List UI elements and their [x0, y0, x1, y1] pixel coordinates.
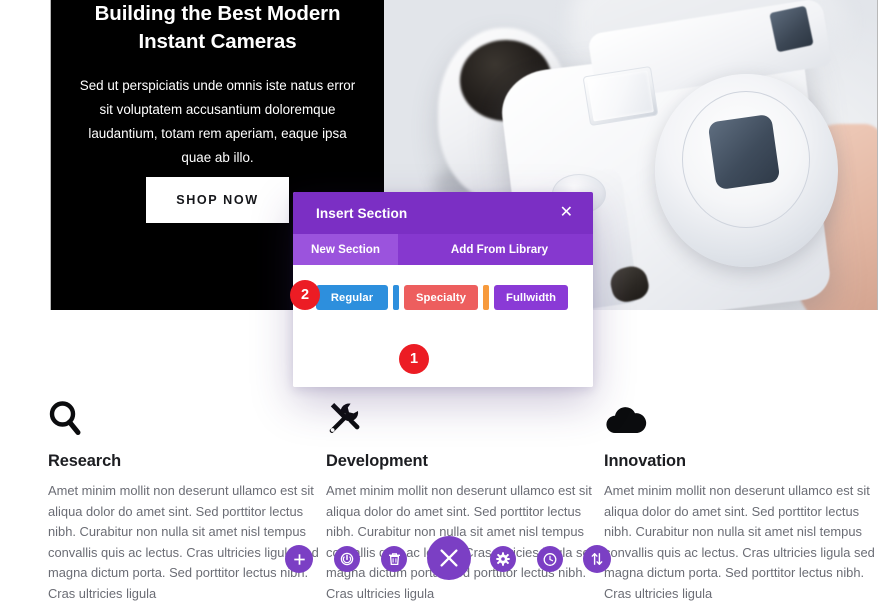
feature-column-innovation: Innovation Amet minim mollit non deserun…: [604, 392, 880, 605]
modal-tabs: New Section Add From Library: [293, 234, 593, 265]
feature-column-research: Research Amet minim mollit non deserunt …: [48, 392, 326, 605]
tab-new-section[interactable]: New Section: [293, 234, 398, 265]
feature-text: Amet minim mollit non deserunt ullamco e…: [604, 483, 875, 601]
page-canvas: Building the Best Modern Instant Cameras…: [0, 0, 880, 601]
close-button[interactable]: [427, 536, 471, 580]
hero-title: Building the Best Modern Instant Cameras: [94, 2, 341, 53]
feature-text: Amet minim mollit non deserunt ullamco e…: [48, 483, 319, 601]
feature-title: Innovation: [604, 452, 686, 470]
reorder-button[interactable]: [583, 545, 611, 573]
specialty-section-button[interactable]: Specialty: [404, 285, 479, 310]
tab-add-from-library[interactable]: Add From Library: [398, 234, 593, 265]
history-button[interactable]: [537, 546, 563, 572]
feature-title: Development: [326, 452, 428, 470]
feature-title: Research: [48, 452, 122, 470]
specialty-section-accent: [483, 285, 490, 310]
settings-button[interactable]: [490, 546, 516, 572]
step-badge-1: 1: [399, 344, 429, 374]
tools-icon: [326, 392, 604, 436]
move-updown-icon: [591, 553, 603, 565]
power-icon: [340, 552, 354, 566]
add-module-button[interactable]: [285, 545, 313, 573]
camera-lens-glass: [707, 113, 781, 191]
trash-icon: [388, 553, 400, 566]
regular-section-button[interactable]: Regular: [316, 285, 388, 310]
fullwidth-section-button[interactable]: Fullwidth: [494, 285, 569, 310]
close-icon: [440, 549, 458, 567]
modal-body: Regular Specialty Fullwidth: [293, 265, 593, 387]
magnifier-icon: [48, 392, 326, 436]
step-badge-2: 2: [290, 280, 320, 310]
disable-button[interactable]: [334, 546, 360, 572]
hero-body-text: Sed ut perspiciatis unde omnis iste natu…: [79, 78, 356, 165]
plus-icon: [293, 553, 305, 565]
close-icon[interactable]: ✕: [556, 203, 577, 223]
regular-section-accent: [393, 285, 399, 310]
insert-section-modal: Insert Section ✕ New Section Add From Li…: [293, 192, 593, 387]
shop-now-button[interactable]: SHOP NOW: [146, 177, 289, 223]
clock-icon: [543, 552, 557, 566]
delete-button[interactable]: [381, 546, 407, 572]
modal-title: Insert Section: [316, 205, 408, 221]
cloud-icon: [604, 392, 880, 436]
modal-header: Insert Section ✕: [293, 192, 593, 234]
gear-icon: [496, 552, 510, 566]
section-type-row: Regular Specialty Fullwidth: [293, 285, 593, 310]
